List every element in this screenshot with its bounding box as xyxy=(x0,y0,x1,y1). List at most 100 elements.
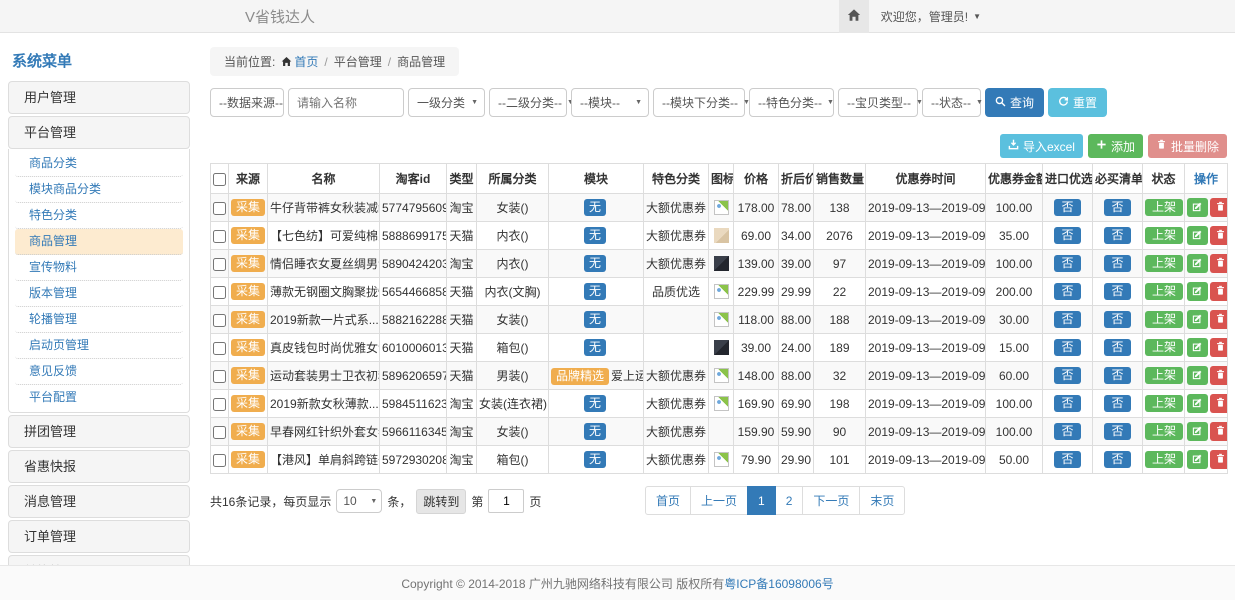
row-checkbox[interactable] xyxy=(213,286,226,299)
filter-select[interactable]: --状态--▼ xyxy=(922,88,981,117)
sidebar-section[interactable]: 兑换管理 xyxy=(8,555,190,565)
must-buy-toggle[interactable]: 否 xyxy=(1104,311,1130,328)
delete-button[interactable] xyxy=(1210,226,1228,245)
delete-button[interactable] xyxy=(1210,338,1228,357)
import-select-toggle[interactable]: 否 xyxy=(1054,367,1080,384)
edit-button[interactable] xyxy=(1187,198,1208,217)
page-size-select[interactable]: 10▼ xyxy=(336,489,382,513)
row-checkbox[interactable] xyxy=(213,370,226,383)
import-excel-button[interactable]: 导入excel xyxy=(1000,134,1083,158)
row-checkbox[interactable] xyxy=(213,258,226,271)
status-badge[interactable]: 上架 xyxy=(1145,395,1183,412)
sidebar-section[interactable]: 订单管理 xyxy=(8,520,190,553)
status-badge[interactable]: 上架 xyxy=(1145,227,1183,244)
status-badge[interactable]: 上架 xyxy=(1145,367,1183,384)
edit-button[interactable] xyxy=(1187,394,1208,413)
status-badge[interactable]: 上架 xyxy=(1145,283,1183,300)
delete-button[interactable] xyxy=(1210,254,1228,273)
select-all-checkbox[interactable] xyxy=(213,173,226,186)
page-button[interactable]: 下一页 xyxy=(802,486,860,515)
edit-button[interactable] xyxy=(1187,282,1208,301)
page-button[interactable]: 末页 xyxy=(859,486,905,515)
filter-select[interactable]: 一级分类▼ xyxy=(408,88,485,117)
breadcrumb-home-link[interactable]: 首页 xyxy=(294,55,318,69)
filter-select[interactable]: --模块下分类--▼ xyxy=(653,88,745,117)
data-source-select[interactable]: --数据来源--▼ xyxy=(210,88,284,117)
filter-select[interactable]: --宝贝类型--▼ xyxy=(838,88,918,117)
must-buy-toggle[interactable]: 否 xyxy=(1104,395,1130,412)
edit-button[interactable] xyxy=(1187,254,1208,273)
import-select-toggle[interactable]: 否 xyxy=(1054,311,1080,328)
import-select-toggle[interactable]: 否 xyxy=(1054,255,1080,272)
sidebar-item[interactable]: 意见反馈 xyxy=(15,359,183,385)
sidebar-item[interactable]: 特色分类 xyxy=(15,203,183,229)
search-button[interactable]: 查询 xyxy=(985,88,1044,117)
import-select-toggle[interactable]: 否 xyxy=(1054,395,1080,412)
must-buy-toggle[interactable]: 否 xyxy=(1104,451,1130,468)
edit-button[interactable] xyxy=(1187,226,1208,245)
edit-button[interactable] xyxy=(1187,366,1208,385)
status-badge[interactable]: 上架 xyxy=(1145,311,1183,328)
row-checkbox[interactable] xyxy=(213,454,226,467)
delete-button[interactable] xyxy=(1210,282,1228,301)
status-badge[interactable]: 上架 xyxy=(1145,451,1183,468)
delete-button[interactable] xyxy=(1210,198,1228,217)
add-button[interactable]: 添加 xyxy=(1088,134,1143,158)
jump-button[interactable]: 跳转到 xyxy=(416,489,466,514)
must-buy-toggle[interactable]: 否 xyxy=(1104,423,1130,440)
row-checkbox[interactable] xyxy=(213,202,226,215)
row-checkbox[interactable] xyxy=(213,398,226,411)
sidebar-item[interactable]: 轮播管理 xyxy=(15,307,183,333)
sidebar-section[interactable]: 拼团管理 xyxy=(8,415,190,448)
delete-button[interactable] xyxy=(1210,310,1228,329)
status-badge[interactable]: 上架 xyxy=(1145,339,1183,356)
edit-button[interactable] xyxy=(1187,422,1208,441)
delete-button[interactable] xyxy=(1210,394,1228,413)
edit-button[interactable] xyxy=(1187,310,1208,329)
user-menu[interactable]: 欢迎您，管理员! ▼ xyxy=(869,8,993,25)
sidebar-section[interactable]: 平台管理 xyxy=(8,116,190,149)
status-badge[interactable]: 上架 xyxy=(1145,199,1183,216)
filter-select[interactable]: --模块--▼ xyxy=(571,88,649,117)
home-button[interactable] xyxy=(839,0,869,33)
import-select-toggle[interactable]: 否 xyxy=(1054,451,1080,468)
status-badge[interactable]: 上架 xyxy=(1145,423,1183,440)
filter-select[interactable]: --特色分类--▼ xyxy=(749,88,834,117)
import-select-toggle[interactable]: 否 xyxy=(1054,227,1080,244)
sidebar-item[interactable]: 商品分类 xyxy=(15,151,183,177)
edit-button[interactable] xyxy=(1187,338,1208,357)
must-buy-toggle[interactable]: 否 xyxy=(1104,367,1130,384)
icp-link[interactable]: 粤ICP备16098006号 xyxy=(724,575,833,592)
delete-button[interactable] xyxy=(1210,422,1228,441)
batch-delete-button[interactable]: 批量删除 xyxy=(1148,134,1227,158)
must-buy-toggle[interactable]: 否 xyxy=(1104,339,1130,356)
sidebar-section[interactable]: 消息管理 xyxy=(8,485,190,518)
import-select-toggle[interactable]: 否 xyxy=(1054,199,1080,216)
sidebar-section[interactable]: 用户管理 xyxy=(8,81,190,114)
must-buy-toggle[interactable]: 否 xyxy=(1104,227,1130,244)
edit-button[interactable] xyxy=(1187,450,1208,469)
sidebar-item[interactable]: 商品管理 xyxy=(15,229,183,255)
status-badge[interactable]: 上架 xyxy=(1145,255,1183,272)
row-checkbox[interactable] xyxy=(213,342,226,355)
sidebar-section[interactable]: 省惠快报 xyxy=(8,450,190,483)
page-button[interactable]: 首页 xyxy=(645,486,691,515)
page-button[interactable]: 上一页 xyxy=(690,486,748,515)
sidebar-item[interactable]: 宣传物料 xyxy=(15,255,183,281)
row-checkbox[interactable] xyxy=(213,426,226,439)
page-button[interactable]: 1 xyxy=(747,486,776,515)
sidebar-item[interactable]: 模块商品分类 xyxy=(15,177,183,203)
sidebar-item[interactable]: 版本管理 xyxy=(15,281,183,307)
sidebar-item[interactable]: 启动页管理 xyxy=(15,333,183,359)
filter-select[interactable]: --二级分类--▼ xyxy=(489,88,567,117)
page-button[interactable]: 2 xyxy=(775,486,804,515)
import-select-toggle[interactable]: 否 xyxy=(1054,283,1080,300)
breadcrumb-item[interactable]: 平台管理 xyxy=(334,55,382,69)
import-select-toggle[interactable]: 否 xyxy=(1054,339,1080,356)
name-search-input[interactable] xyxy=(288,88,404,117)
must-buy-toggle[interactable]: 否 xyxy=(1104,199,1130,216)
sidebar-item[interactable]: 平台配置 xyxy=(15,385,183,410)
import-select-toggle[interactable]: 否 xyxy=(1054,423,1080,440)
must-buy-toggle[interactable]: 否 xyxy=(1104,255,1130,272)
row-checkbox[interactable] xyxy=(213,314,226,327)
